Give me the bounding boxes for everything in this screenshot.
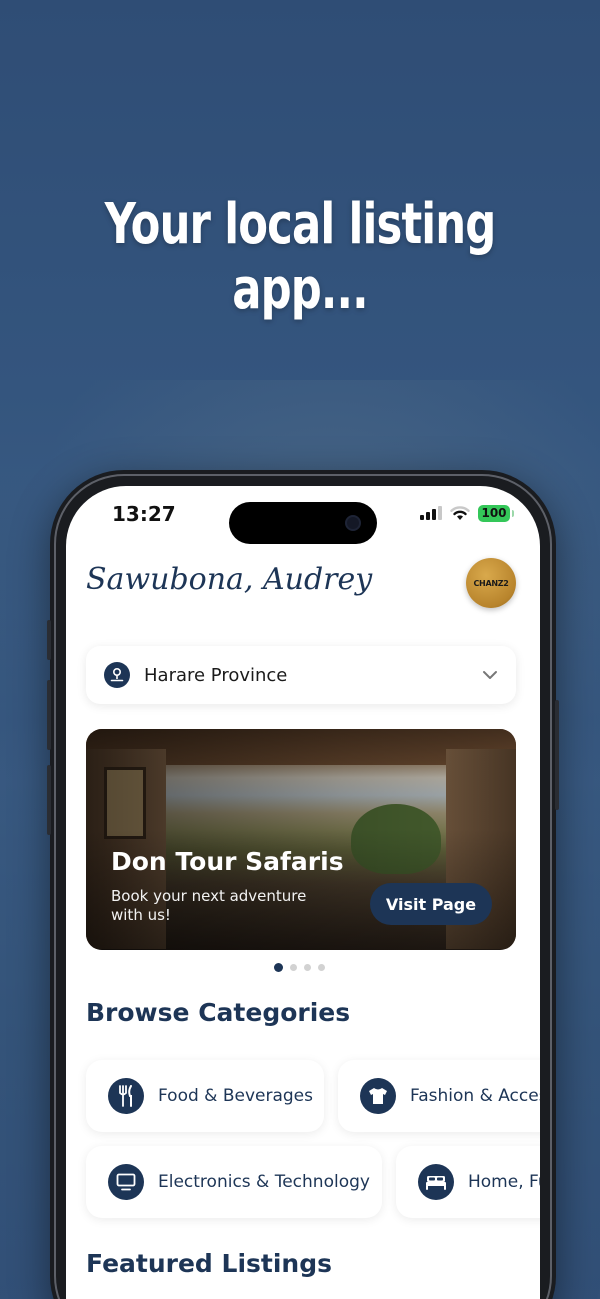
avatar-label: CHANZ2	[473, 578, 509, 588]
utensils-icon	[108, 1078, 144, 1114]
featured-listings-title: Featured Listings	[86, 1249, 332, 1278]
location-selector[interactable]: Harare Province	[86, 646, 516, 704]
battery-indicator: 100	[478, 504, 514, 522]
signal-icon	[420, 506, 442, 520]
dynamic-island	[229, 502, 377, 544]
carousel-dot-active[interactable]	[274, 963, 283, 972]
category-home-furniture[interactable]: Home, Fu	[396, 1146, 540, 1218]
carousel-dot[interactable]	[290, 964, 297, 971]
status-icons: 100	[420, 504, 514, 522]
category-food-beverages[interactable]: Food & Beverages	[86, 1060, 324, 1132]
location-label: Harare Province	[144, 664, 288, 686]
tshirt-icon	[360, 1078, 396, 1114]
phone-side-button	[47, 620, 51, 660]
location-pin-icon	[104, 662, 130, 688]
camera-icon	[345, 515, 361, 531]
carousel-dot[interactable]	[318, 964, 325, 971]
phone-volume-up	[47, 680, 51, 750]
chevron-down-icon	[483, 671, 497, 679]
browse-categories-title: Browse Categories	[86, 998, 351, 1027]
carousel-dot[interactable]	[304, 964, 311, 971]
category-label: Fashion & Acces	[410, 1086, 540, 1106]
monitor-icon	[108, 1164, 144, 1200]
category-label: Home, Fu	[468, 1172, 540, 1192]
phone-volume-down	[47, 765, 51, 835]
category-label: Electronics & Technology	[158, 1172, 370, 1192]
featured-banner[interactable]: Don Tour Safaris Book your next adventur…	[86, 729, 516, 950]
promo-headline: Your local listing app...	[104, 192, 497, 322]
banner-subtitle: Book your next adventure with us!	[111, 887, 307, 924]
wifi-icon	[450, 505, 470, 520]
carousel-indicator[interactable]	[274, 963, 325, 972]
phone-power-button	[555, 700, 559, 810]
bed-icon	[418, 1164, 454, 1200]
avatar[interactable]: CHANZ2	[466, 558, 516, 608]
category-label: Food & Beverages	[158, 1086, 313, 1106]
category-electronics-technology[interactable]: Electronics & Technology	[86, 1146, 382, 1218]
banner-title: Don Tour Safaris	[111, 847, 344, 876]
visit-page-button[interactable]: Visit Page	[370, 883, 492, 925]
app-screen: 13:27 100 Sawubona, Audrey CHANZ2 Harare…	[66, 486, 540, 1299]
greeting: Sawubona, Audrey	[86, 562, 373, 597]
category-fashion-accessories[interactable]: Fashion & Acces	[338, 1060, 540, 1132]
status-time: 13:27	[112, 502, 176, 526]
